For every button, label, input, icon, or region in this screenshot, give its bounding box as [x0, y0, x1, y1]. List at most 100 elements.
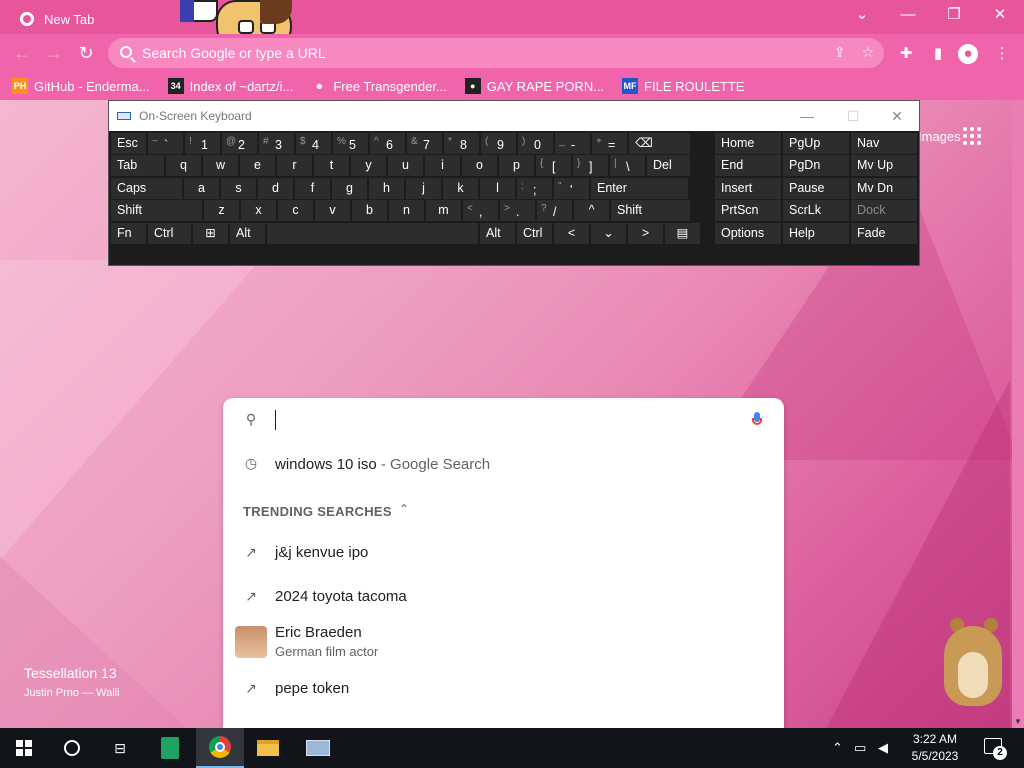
side-panel-icon[interactable]: ▮ [928, 44, 948, 64]
osk-nav-key[interactable]: PrtScn [715, 200, 781, 222]
osk-key[interactable]: b [352, 200, 387, 222]
trending-suggestion[interactable]: ↗ j&j kenvue ipo [223, 532, 784, 576]
bookmark-2[interactable]: ☻ Free Transgender... [311, 78, 447, 94]
osk-key[interactable]: < [554, 222, 589, 244]
search-button[interactable] [48, 728, 96, 768]
close-window-button[interactable]: ✕ [980, 4, 1020, 26]
theme-title[interactable]: Tessellation 13 [24, 665, 117, 681]
osk-nav-key[interactable]: Mv Dn [851, 177, 917, 199]
osk-key[interactable]: Shift [111, 200, 202, 222]
osk-key[interactable]: e [240, 155, 275, 177]
osk-key[interactable]: ~ ` [148, 133, 183, 154]
bookmark-0[interactable]: PH GitHub - Enderma... [12, 78, 150, 94]
collapse-chevron-icon[interactable]: ⌃ [399, 502, 409, 516]
osk-nav-key[interactable]: Options [715, 222, 781, 244]
osk-key[interactable]: ⊞ [193, 222, 228, 244]
osk-key[interactable]: z [204, 200, 239, 222]
osk-key[interactable]: q [166, 155, 201, 177]
osk-key[interactable]: s [221, 177, 256, 199]
osk-key[interactable]: x [241, 200, 276, 222]
osk-key[interactable]: #3 [259, 133, 294, 154]
osk-key[interactable]: ▤ [665, 222, 700, 244]
osk-key[interactable]: + = [592, 133, 627, 154]
osk-key[interactable]: Esc [111, 133, 146, 154]
osk-key[interactable]: * 8 [444, 133, 479, 154]
osk-key[interactable]: ) 0 [518, 133, 553, 154]
osk-nav-key[interactable]: Help [783, 222, 849, 244]
network-icon[interactable]: ▭ [854, 740, 866, 756]
osk-nav-key[interactable]: End [715, 155, 781, 177]
osk-key[interactable] [267, 222, 478, 244]
osk-key[interactable]: {[ [536, 155, 571, 177]
osk-key[interactable]: Enter [591, 177, 688, 199]
osk-key[interactable]: p [499, 155, 534, 177]
osk-key[interactable]: ^ 6 [370, 133, 405, 154]
osk-key[interactable]: u [388, 155, 423, 177]
page-scrollbar[interactable]: ▼ [1012, 100, 1024, 728]
trending-suggestion[interactable]: ↗ 2024 toyota tacoma [223, 576, 784, 620]
osk-key[interactable]: r [277, 155, 312, 177]
osk-key[interactable]: d [258, 177, 293, 199]
minimize-button[interactable]: — [888, 4, 928, 26]
bookmark-1[interactable]: 34 Index of ~dartz/i... [167, 78, 293, 94]
trending-header-row[interactable]: TRENDING SEARCHES ⌃ [223, 490, 784, 532]
osk-key[interactable]: ⌄ [591, 222, 626, 244]
osk-key[interactable]: :; [517, 177, 552, 199]
osk-key[interactable]: @2 [222, 133, 257, 154]
volume-muted-icon[interactable]: ◀ [878, 740, 888, 756]
osk-key[interactable]: <, [463, 200, 498, 222]
osk-nav-key[interactable]: Fade [851, 222, 917, 244]
history-suggestion[interactable]: ◷ windows 10 iso - Google Search [223, 442, 784, 486]
trending-suggestion[interactable]: Eric Braeden German film actor [223, 620, 784, 664]
more-menu-icon[interactable]: ⋮ [992, 44, 1012, 64]
osk-nav-key[interactable]: ScrLk [783, 200, 849, 222]
osk-title-bar[interactable]: On-Screen Keyboard — ☐ ✕ [109, 101, 919, 131]
osk-key[interactable]: k [443, 177, 478, 199]
osk-close-button[interactable]: ✕ [877, 105, 917, 127]
restore-button[interactable]: ❐ [934, 4, 974, 26]
profile-avatar-icon[interactable]: ● [958, 44, 978, 64]
osk-key[interactable]: }] [573, 155, 608, 177]
osk-nav-key[interactable]: Mv Up [851, 155, 917, 177]
bookmark-4[interactable]: MF FILE ROULETTE [622, 78, 744, 94]
osk-key[interactable]: " ' [554, 177, 589, 199]
osk-key[interactable]: Tab [111, 155, 164, 177]
osk-key[interactable]: % 5 [333, 133, 368, 154]
osk-key[interactable]: Shift [611, 200, 690, 222]
address-bar[interactable]: Search Google or type a URL ⇪ ☆ [108, 38, 884, 68]
bookmark-3[interactable]: ● GAY RAPE PORN... [464, 78, 604, 94]
reload-icon[interactable]: ↻ [74, 42, 98, 66]
osk-key[interactable]: >. [500, 200, 535, 222]
trending-suggestion[interactable]: ↗ pepe token [223, 668, 784, 712]
google-apps-grid-icon[interactable] [963, 127, 981, 145]
sheets-app-icon[interactable] [146, 728, 194, 768]
osk-key[interactable]: c [278, 200, 313, 222]
osk-key[interactable]: $4 [296, 133, 331, 154]
osk-key[interactable]: ^ [574, 200, 609, 222]
osk-key[interactable]: m [426, 200, 461, 222]
osk-key[interactable]: Caps [111, 177, 182, 199]
osk-key[interactable]: ! 1 [185, 133, 220, 154]
osk-key[interactable]: j [406, 177, 441, 199]
osk-nav-key[interactable]: PgUp [783, 133, 849, 154]
osk-key[interactable]: Alt [480, 222, 515, 244]
osk-nav-key[interactable]: PgDn [783, 155, 849, 177]
tab-search-chevron-icon[interactable]: ⌄ [842, 4, 882, 26]
osk-key[interactable]: (9 [481, 133, 516, 154]
osk-nav-key[interactable]: Nav [851, 133, 917, 154]
osk-key[interactable]: v [315, 200, 350, 222]
osk-key[interactable]: | \ [610, 155, 645, 177]
osk-key[interactable]: ? / [537, 200, 572, 222]
osk-key[interactable]: o [462, 155, 497, 177]
osk-key[interactable]: Fn [111, 222, 146, 244]
osk-key[interactable]: y [351, 155, 386, 177]
start-button[interactable] [0, 728, 48, 768]
osk-key[interactable]: t [314, 155, 349, 177]
osk-key[interactable]: n [389, 200, 424, 222]
osk-key[interactable]: > [628, 222, 663, 244]
osk-key[interactable]: Ctrl [148, 222, 191, 244]
voice-search-mic-icon[interactable] [752, 412, 762, 428]
osk-key[interactable]: h [369, 177, 404, 199]
osk-key[interactable]: g [332, 177, 367, 199]
bookmark-star-icon[interactable]: ☆ [861, 44, 874, 61]
